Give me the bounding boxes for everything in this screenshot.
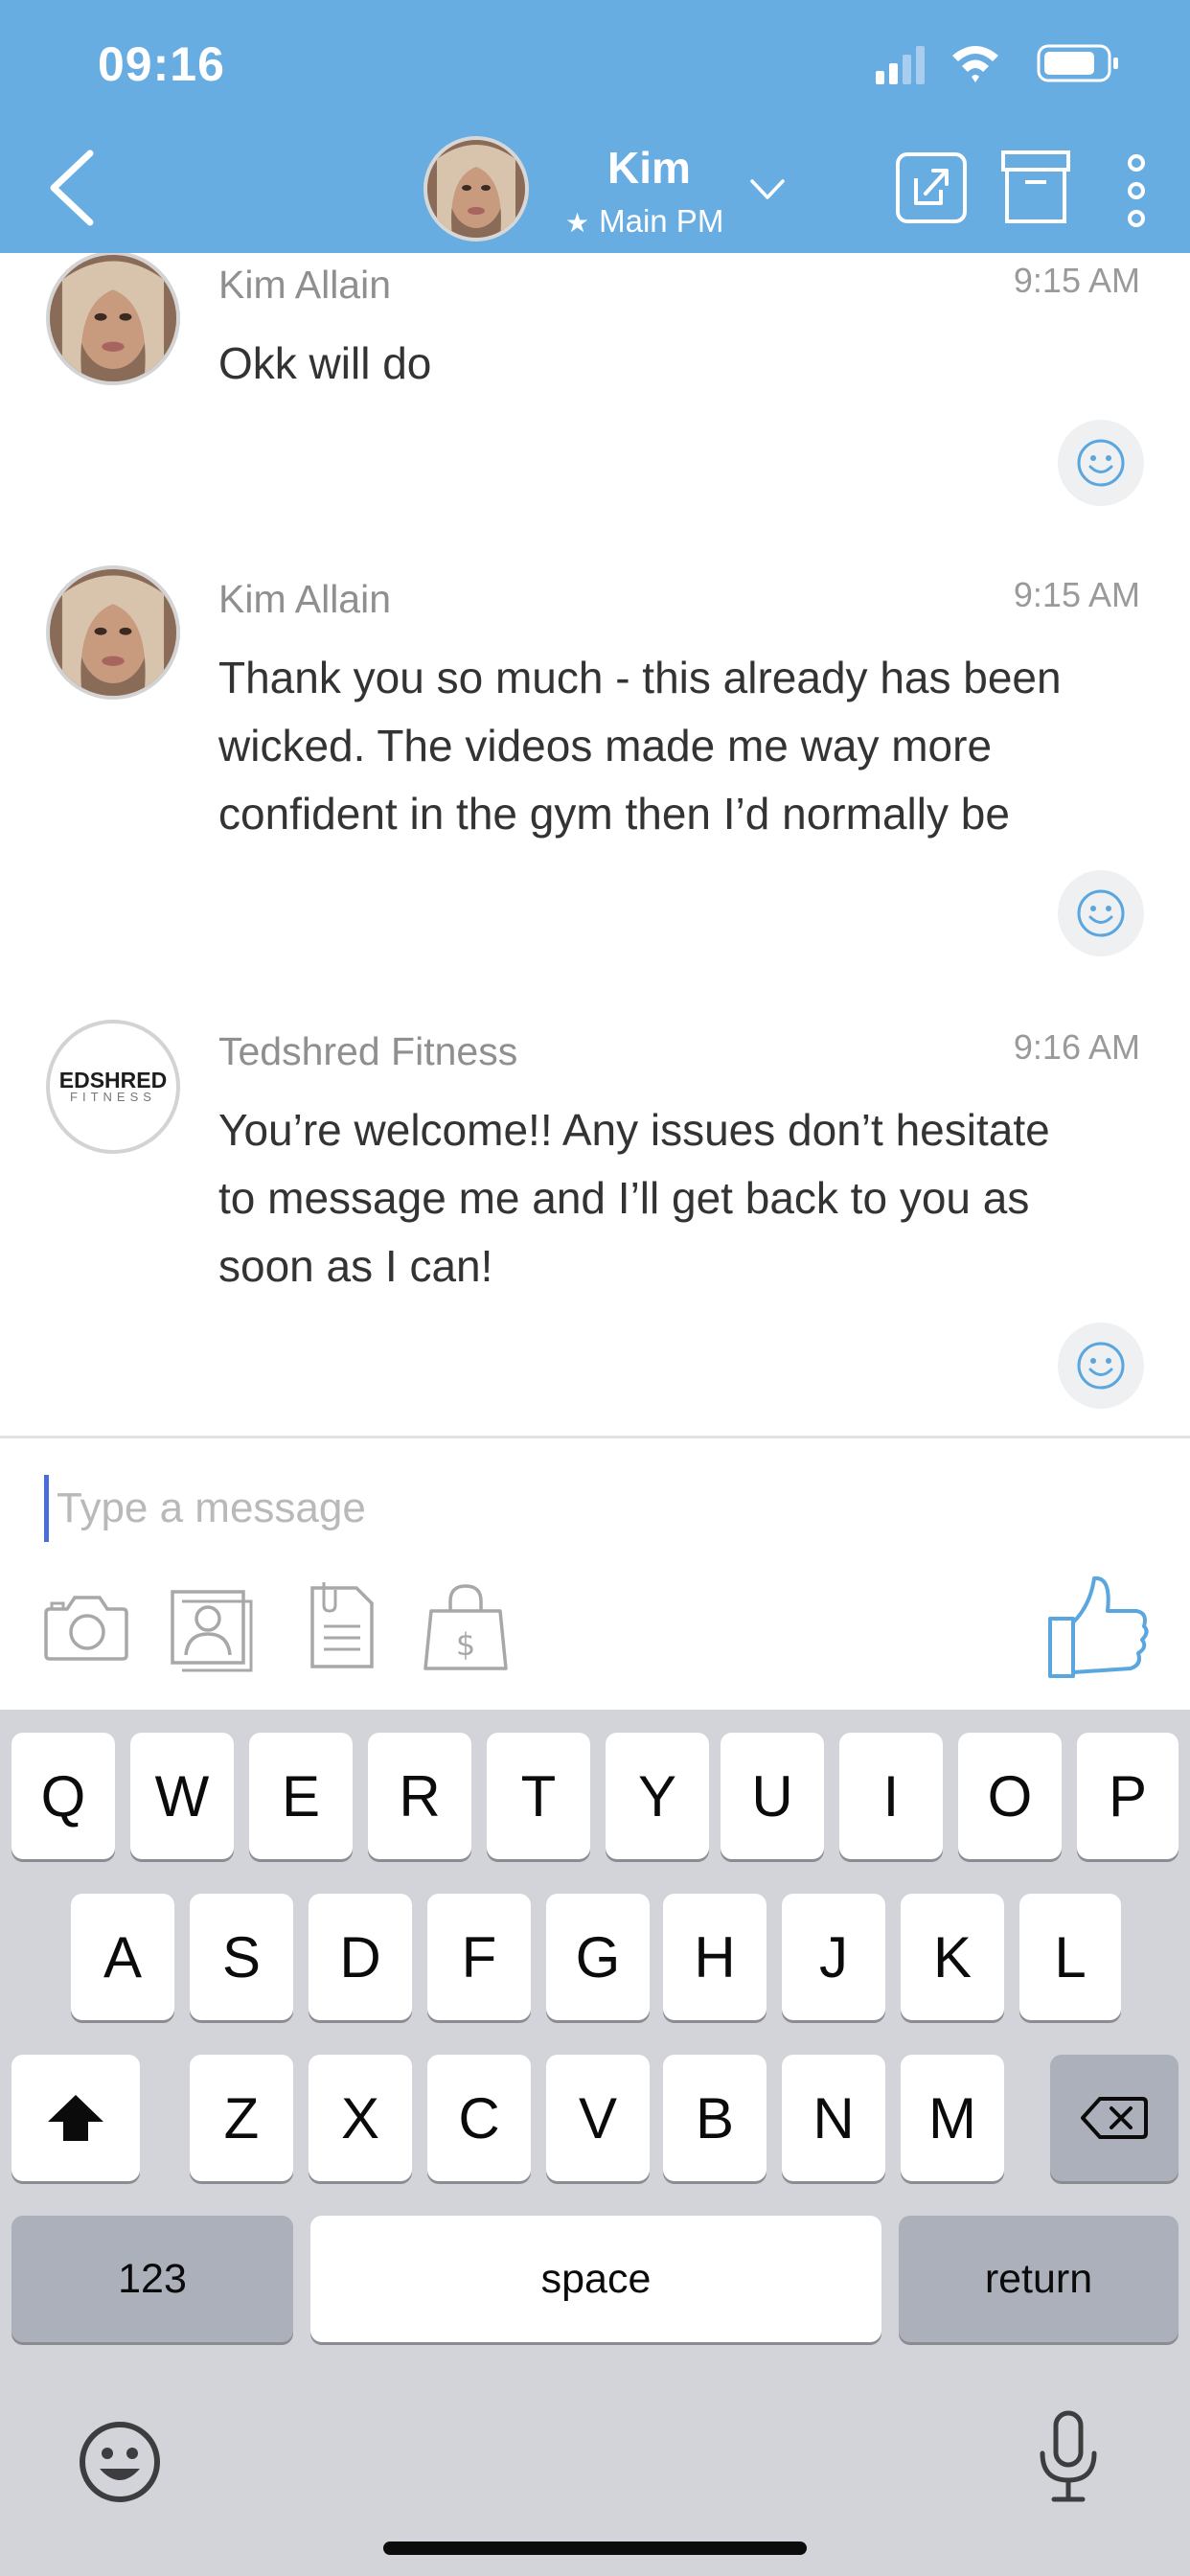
star-icon: ★ <box>565 208 590 238</box>
backspace-key[interactable] <box>1050 2055 1179 2181</box>
brand-logo-text: EDSHRED <box>58 1068 168 1092</box>
document-icon[interactable] <box>293 1578 389 1674</box>
message-item: EDSHRED FITNESS Tedshred Fitness 9:16 AM… <box>0 1020 1190 1422</box>
avatar-face-icon <box>50 255 176 381</box>
key-a[interactable]: A <box>71 1894 174 2020</box>
react-button[interactable] <box>1058 870 1144 956</box>
key-p[interactable]: P <box>1077 1733 1179 1859</box>
on-screen-keyboard: Q W E R T Y U I O P A S D F G H J K L Z … <box>0 1710 1190 2576</box>
key-r[interactable]: R <box>368 1733 471 1859</box>
battery-icon <box>1037 44 1118 82</box>
sender-avatar-brand[interactable]: EDSHRED FITNESS <box>46 1020 180 1154</box>
key-c[interactable]: C <box>427 2055 531 2181</box>
message-text: You’re welcome!! Any issues don’t hesita… <box>218 1105 1050 1291</box>
message-time: 9:15 AM <box>1013 261 1140 300</box>
smiley-icon <box>1077 1342 1125 1390</box>
contact-subtitle[interactable]: ★ Main PM <box>565 203 723 240</box>
avatar-face-icon <box>50 569 176 696</box>
message-composer: $ <box>0 1438 1190 1710</box>
chevron-down-icon[interactable] <box>749 178 786 201</box>
key-i[interactable]: I <box>839 1733 943 1859</box>
key-h[interactable]: H <box>663 1894 767 2020</box>
contact-avatar[interactable] <box>423 136 529 242</box>
thumbs-up-icon[interactable] <box>1041 1569 1152 1684</box>
shift-arrow-icon <box>48 2095 103 2141</box>
contact-subtitle-label: Main PM <box>599 203 724 239</box>
archive-icon[interactable] <box>1000 150 1071 224</box>
message-input[interactable] <box>44 1475 1098 1542</box>
message-text: Thank you so much - this already has bee… <box>218 653 1062 839</box>
key-j[interactable]: J <box>782 1894 885 2020</box>
key-v[interactable]: V <box>546 2055 650 2181</box>
message-sender: Kim Allain <box>218 577 392 621</box>
message-sender: Kim Allain <box>218 263 392 307</box>
key-e[interactable]: E <box>249 1733 353 1859</box>
key-z[interactable]: Z <box>190 2055 293 2181</box>
camera-icon[interactable] <box>38 1578 134 1674</box>
sender-avatar[interactable] <box>46 253 180 385</box>
key-b[interactable]: B <box>663 2055 767 2181</box>
message-text: Okk will do <box>218 338 432 388</box>
chat-header: 09:16 Kim ★ Main PM <box>0 0 1190 253</box>
emoji-icon[interactable] <box>77 2419 163 2505</box>
microphone-icon[interactable] <box>1035 2409 1102 2505</box>
numbers-key[interactable]: 123 <box>11 2216 293 2342</box>
key-t[interactable]: T <box>487 1733 590 1859</box>
key-u[interactable]: U <box>721 1733 824 1859</box>
home-indicator[interactable] <box>383 2542 807 2555</box>
return-key[interactable]: return <box>899 2216 1179 2342</box>
share-external-icon[interactable] <box>895 151 968 224</box>
key-w[interactable]: W <box>130 1733 234 1859</box>
react-button[interactable] <box>1058 420 1144 506</box>
message-time: 9:15 AM <box>1013 575 1140 614</box>
shopping-bag-dollar-icon[interactable]: $ <box>418 1578 514 1674</box>
react-button[interactable] <box>1058 1322 1144 1409</box>
key-g[interactable]: G <box>546 1894 650 2020</box>
message-list[interactable]: Kim Allain 9:15 AM Okk will do Kim Allai <box>0 253 1190 1438</box>
wifi-icon <box>952 46 998 82</box>
key-k[interactable]: K <box>901 1894 1004 2020</box>
status-bar-time: 09:16 <box>98 37 225 91</box>
smiley-icon <box>1077 889 1125 937</box>
back-chevron-icon[interactable] <box>44 148 102 228</box>
shift-key[interactable] <box>11 2055 140 2181</box>
avatar-face-icon <box>427 140 525 238</box>
key-x[interactable]: X <box>309 2055 412 2181</box>
key-o[interactable]: O <box>958 1733 1062 1859</box>
contact-name[interactable]: Kim <box>575 142 723 194</box>
message-item: Kim Allain 9:15 AM Thank you so much - t… <box>0 565 1190 972</box>
more-vertical-icon[interactable] <box>1119 153 1154 228</box>
message-item: Kim Allain 9:15 AM Okk will do <box>0 253 1190 540</box>
brand-logo-subtext: FITNESS <box>70 1090 156 1104</box>
message-time: 9:16 AM <box>1013 1027 1140 1067</box>
message-sender: Tedshred Fitness <box>218 1029 518 1073</box>
key-s[interactable]: S <box>190 1894 293 2020</box>
smiley-icon <box>1077 439 1125 487</box>
key-l[interactable]: L <box>1019 1894 1121 2020</box>
backspace-icon <box>1081 2097 1148 2139</box>
key-m[interactable]: M <box>901 2055 1004 2181</box>
key-f[interactable]: F <box>427 1894 531 2020</box>
svg-text:$: $ <box>456 1626 475 1663</box>
key-q[interactable]: Q <box>11 1733 115 1859</box>
key-y[interactable]: Y <box>606 1733 709 1859</box>
space-key[interactable]: space <box>310 2216 881 2342</box>
cellular-signal-icon <box>876 46 925 84</box>
key-n[interactable]: N <box>782 2055 885 2181</box>
key-d[interactable]: D <box>309 1894 412 2020</box>
status-bar-icons <box>876 44 1118 84</box>
sender-avatar[interactable] <box>46 565 180 700</box>
contact-card-icon[interactable] <box>165 1578 261 1674</box>
